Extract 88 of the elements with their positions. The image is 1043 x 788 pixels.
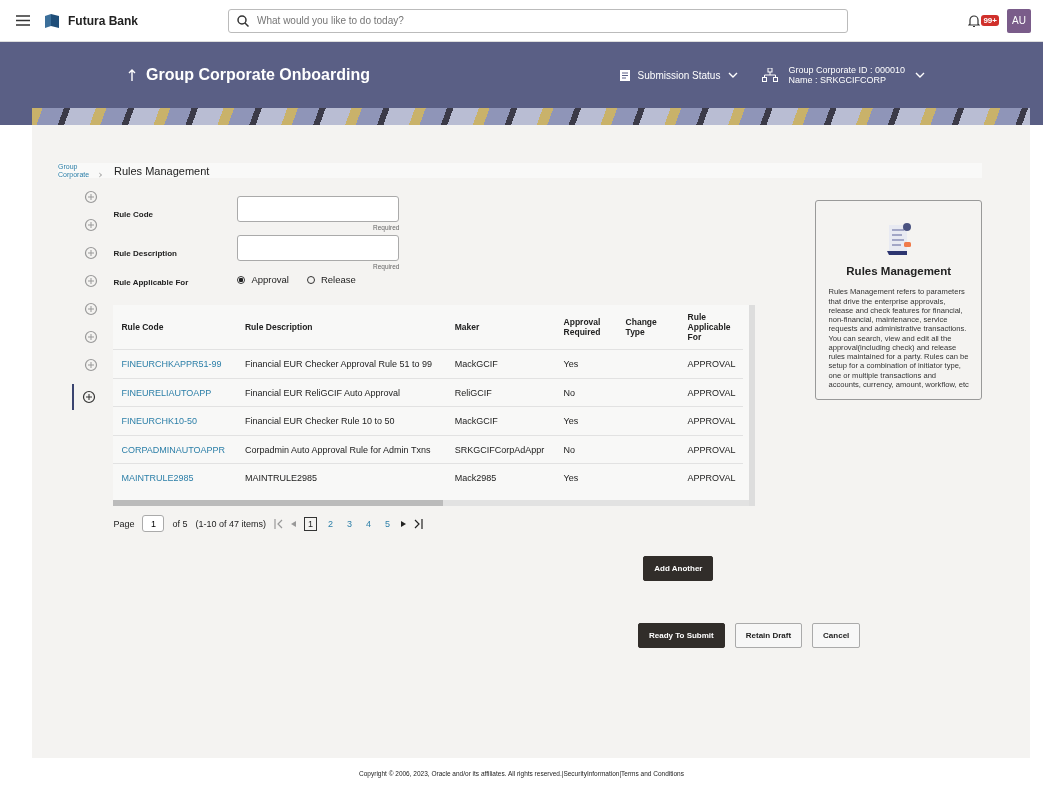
page-link[interactable]: 4 [363,517,375,530]
table-cell: MackGCIF [454,359,498,370]
column-header: Rule Code [113,305,237,350]
sidebar-icon [82,390,96,405]
breadcrumb-current: Rules Management [114,164,210,177]
table-cell: APPROVAL [687,473,736,484]
chevron-down-icon [728,72,739,78]
radio-option[interactable]: Release [306,274,356,286]
sidebar-icon [84,358,98,373]
page-link[interactable]: 1 [304,516,318,531]
bell-icon[interactable] [968,13,981,28]
page-count: of 5 [172,518,188,529]
table-cell: APPROVAL [687,387,736,398]
horizontal-scrollbar[interactable] [113,499,750,506]
table-cell: Financial EUR Checker Approval Rule 51 to 99 [245,359,433,370]
rule-code-link[interactable]: MAINTRULE2985 [121,473,194,484]
page-link[interactable]: 5 [382,517,394,530]
bank-logo-icon [44,13,60,28]
sidebar-icon [84,246,98,261]
table-cell: MAINTRULE2985 [245,473,317,484]
hierarchy-icon [762,68,779,82]
page-number-field[interactable]: 1 [142,515,165,533]
table-cell: APPROVAL [687,359,736,370]
item-count: (1-10 of 47 items) [195,518,266,529]
corporate-id: Group Corporate ID : 000010 [788,65,905,75]
field-label: Rule Code [113,209,154,220]
field-label: Rule Description [113,248,178,259]
rule-code-link[interactable]: FINEURCHK10-50 [121,416,197,427]
info-title: Rules Management [846,265,952,278]
table-cell: SRKGCIFCorpAdAppr [454,444,545,455]
table-cell: Yes [563,473,579,484]
last-page-icon[interactable] [414,518,424,529]
rule-description-field[interactable] [237,235,400,262]
table-cell: Yes [563,416,579,427]
search-bar[interactable]: What would you like to do today? [228,8,848,33]
table-cell: Yes [563,359,579,370]
previous-page-icon[interactable] [291,520,296,527]
chevron-right-icon [99,172,102,179]
chevron-down-icon[interactable] [915,72,925,78]
sidebar-icon [84,274,98,289]
rule-code-field[interactable] [237,196,400,223]
column-header: Maker [446,305,556,350]
search-icon [237,14,249,27]
page-label: Page [113,518,135,529]
column-header: Rule Applicable For [679,305,744,350]
user-avatar[interactable]: AU [1007,8,1031,33]
sidebar-icon [84,218,98,233]
column-header: Approval Required [555,305,618,350]
brand-name: Futura Bank [68,13,138,28]
action-button[interactable]: Ready To Submit [638,622,725,648]
action-button[interactable]: Cancel [812,622,861,648]
submission-status-button[interactable]: Submission Status [619,69,739,81]
sidebar-icon [84,330,98,345]
table-cell: ReliGCIF [454,387,492,398]
search-field[interactable]: What would you like to do today? [255,14,839,27]
notification-badge: 99+ [981,15,999,26]
first-page-icon[interactable] [274,518,283,529]
menu-icon[interactable] [16,15,30,26]
sidebar-icon [84,302,98,317]
table-cell: Mack2985 [454,473,497,484]
table-cell: MackGCIF [454,416,498,427]
radio-option[interactable]: Approval [237,274,289,286]
rule-code-link[interactable]: FINEURELIAUTOAPP [121,387,212,398]
rule-code-link[interactable]: FINEURCHKAPPR51-99 [121,359,222,370]
table-cell: Corpadmin Auto Approval Rule for Admin Txns [245,444,431,455]
table-cell: No [563,444,576,455]
up-arrow-icon[interactable] [128,69,136,81]
corporate-name: Name : SRKGCIFCORP [788,75,887,85]
sidebar-icon [84,190,98,205]
table-cell: No [563,387,576,398]
rule-code-link[interactable]: CORPADMINAUTOAPPR [121,444,226,455]
document-icon [619,69,630,81]
table-cell: APPROVAL [687,444,736,455]
rules-list-drawing [884,223,913,258]
add-another-button[interactable]: Add Another [643,555,714,581]
table-cell: Financial EUR Checker Rule 10 to 50 [245,416,395,427]
next-page-icon[interactable] [401,520,407,527]
column-header: Rule Description [237,305,447,350]
table-cell: Financial EUR ReliGCIF Auto Approval [245,387,401,398]
sidebar-item[interactable] [72,384,98,411]
radio-button[interactable] [237,275,246,284]
page-link[interactable]: 3 [344,517,356,530]
field-label: Rule Applicable For [113,277,190,288]
action-button[interactable]: Retain Draft [734,622,803,648]
column-header: Change Type [617,305,680,350]
page-link[interactable]: 2 [325,517,337,530]
table-cell: APPROVAL [687,416,736,427]
page-title: Group Corporate Onboarding [146,66,370,84]
